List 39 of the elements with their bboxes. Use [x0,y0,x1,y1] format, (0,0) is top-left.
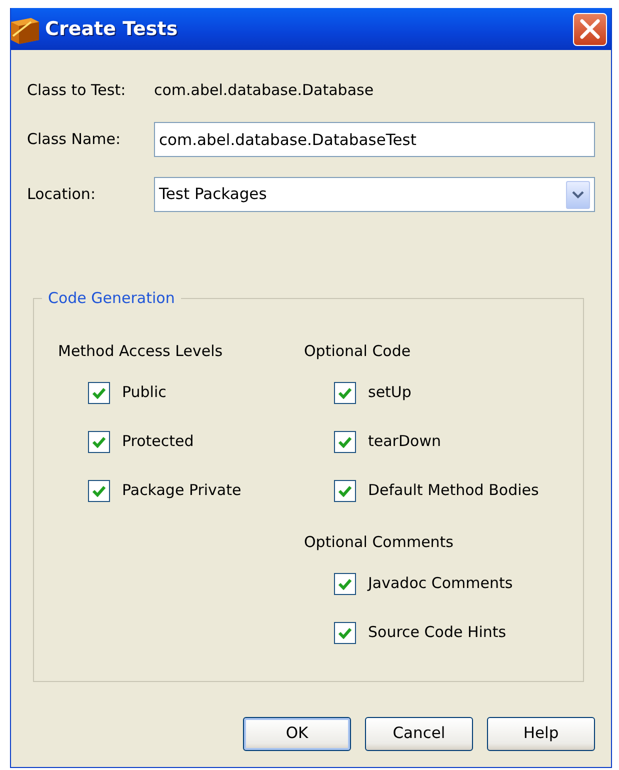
section-heading: Optional Code [304,341,412,362]
section-heading: Method Access Levels [58,341,224,362]
checkbox-label: Default Method Bodies [368,480,539,502]
checkmark-icon [338,484,352,496]
checkmark-icon [338,578,352,590]
checkmark-icon [92,484,106,496]
section-heading: Optional Comments [304,532,454,553]
checkbox[interactable] [334,382,356,404]
checkbox[interactable] [334,622,356,644]
checkmark-icon [92,386,106,398]
dialog-button[interactable]: Cancel [365,717,473,751]
checkbox-label: Javadoc Comments [368,573,513,594]
checkbox[interactable] [334,572,356,594]
class-name-field[interactable]: com.abel.database.DatabaseTest [154,122,595,157]
location-dropdown[interactable]: Test Packages [154,177,595,212]
checkbox-label: tearDown [368,431,441,452]
close-button[interactable] [573,12,607,46]
checkbox[interactable] [334,430,356,452]
field-label: Class Name: [27,129,122,150]
checkbox-label: Package Private [122,480,242,502]
checkmark-icon [338,436,352,448]
checkbox[interactable] [334,480,356,502]
checkbox[interactable] [88,382,110,404]
field-label: Location: [27,184,96,206]
dialog-button[interactable]: Help [487,717,595,751]
checkbox-label: Public [122,382,166,404]
field-label: Class to Test: [27,80,127,101]
class-value: com.abel.database.Database [154,80,374,101]
checkmark-icon [338,386,352,398]
checkbox[interactable] [88,430,110,452]
dialog-button[interactable]: OK [243,717,351,751]
checkbox-label: Protected [122,431,194,452]
checkbox-label: Source Code Hints [368,622,506,644]
checkbox-label: setUp [368,382,412,404]
checkbox[interactable] [88,480,110,502]
window-title: Create Tests [45,16,178,42]
checkmark-icon [338,626,352,638]
checkmark-icon [92,436,106,448]
close-icon[interactable] [579,18,601,40]
